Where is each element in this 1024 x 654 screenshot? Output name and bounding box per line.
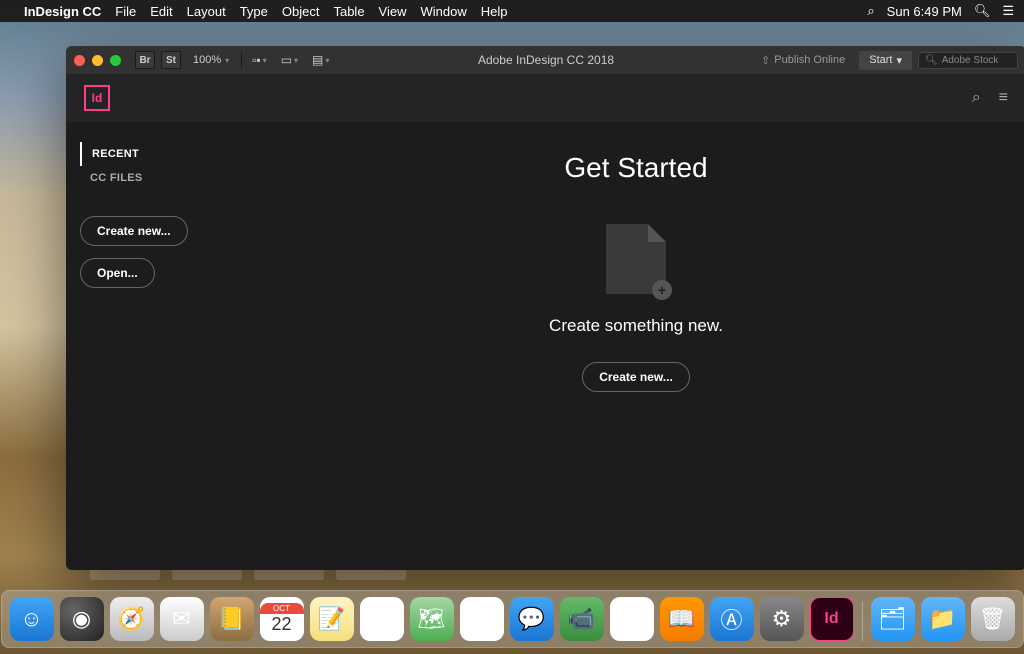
- arrange-dropdown[interactable]: ▤▾: [308, 53, 333, 67]
- open-button[interactable]: Open...: [80, 258, 155, 288]
- dock-applications-folder[interactable]: 🗂: [871, 597, 915, 641]
- view-options-icon: ▫▪: [252, 53, 261, 67]
- indesign-window: Br St 100% ▾ ▫▪▾ ▭▾ ▤▾ Adobe InDesign CC…: [66, 46, 1024, 570]
- dock-trash[interactable]: 🗑: [971, 597, 1015, 641]
- dock-facetime[interactable]: 📹: [560, 597, 604, 641]
- dock-contacts[interactable]: 📒: [210, 597, 254, 641]
- window-title: Adobe InDesign CC 2018: [478, 53, 614, 67]
- macos-menubar: InDesign CC File Edit Layout Type Object…: [0, 0, 1024, 22]
- script-menu-icon[interactable]: ⌕: [867, 3, 874, 19]
- dock-photos[interactable]: ✿: [460, 597, 504, 641]
- start-screen: RECENT CC FILES Create new... Open... Ge…: [66, 122, 1024, 570]
- arrange-icon: ▤: [312, 53, 323, 67]
- dock-notes[interactable]: 📝: [310, 597, 354, 641]
- dock-indesign[interactable]: Id: [810, 597, 854, 641]
- dock-reminders[interactable]: ☑︎: [360, 597, 404, 641]
- sidebar-tab-recent[interactable]: RECENT: [80, 142, 246, 166]
- dock-area: ☺ ◉ 🧭 ✉︎ 📒 OCT 22 📝 ☑︎ 🗺 ✿ 💬 📹 ♫ 📖 Ⓐ ⚙ I…: [0, 584, 1024, 654]
- indesign-logo: Id: [84, 85, 110, 111]
- adobe-stock-search[interactable]: 🔍︎ Adobe Stock: [918, 52, 1018, 69]
- dock-safari[interactable]: 🧭: [110, 597, 154, 641]
- start-main: Get Started + Create something new. Crea…: [246, 122, 1024, 570]
- search-icon[interactable]: ⌕: [972, 89, 981, 107]
- menu-help[interactable]: Help: [481, 4, 508, 19]
- menu-list-icon[interactable]: ☰: [1002, 3, 1014, 19]
- calendar-day: 22: [271, 614, 291, 635]
- menu-table[interactable]: Table: [333, 4, 364, 19]
- stock-placeholder: Adobe Stock: [942, 55, 999, 66]
- new-document-icon: +: [606, 224, 666, 294]
- dock-separator: [862, 601, 863, 641]
- chevron-down-icon: ▾: [225, 56, 229, 65]
- view-options-dropdown[interactable]: ▫▪▾: [248, 53, 271, 67]
- chevron-down-icon: ▾: [263, 56, 267, 65]
- chevron-down-icon: ▾: [896, 54, 902, 67]
- dock-dashboard[interactable]: ◉: [60, 597, 104, 641]
- dock-messages[interactable]: 💬: [510, 597, 554, 641]
- publish-label: Publish Online: [774, 54, 845, 66]
- zoom-dropdown[interactable]: 100% ▾: [187, 54, 235, 66]
- dock-itunes[interactable]: ♫: [610, 597, 654, 641]
- dock-downloads-folder[interactable]: 📁: [921, 597, 965, 641]
- dock-ibooks[interactable]: 📖: [660, 597, 704, 641]
- zoom-value: 100%: [193, 54, 221, 66]
- create-subtitle: Create something new.: [549, 316, 723, 336]
- dock-system-preferences[interactable]: ⚙: [760, 597, 804, 641]
- plus-badge-icon: +: [652, 280, 672, 300]
- traffic-lights: [74, 55, 121, 66]
- dock-maps[interactable]: 🗺: [410, 597, 454, 641]
- minimize-window-button[interactable]: [92, 55, 103, 66]
- window-toolbar: Br St 100% ▾ ▫▪▾ ▭▾ ▤▾ Adobe InDesign CC…: [66, 46, 1024, 74]
- menu-edit[interactable]: Edit: [150, 4, 172, 19]
- dock-appstore[interactable]: Ⓐ: [710, 597, 754, 641]
- start-sidebar: RECENT CC FILES Create new... Open...: [66, 122, 246, 570]
- chevron-down-icon: ▾: [294, 56, 298, 65]
- dock-mail[interactable]: ✉︎: [160, 597, 204, 641]
- menu-window[interactable]: Window: [421, 4, 467, 19]
- upload-icon: ⇧: [761, 54, 770, 67]
- app-name-menu[interactable]: InDesign CC: [24, 4, 101, 19]
- menubar-clock[interactable]: Sun 6:49 PM: [887, 4, 962, 19]
- menu-file[interactable]: File: [115, 4, 136, 19]
- chevron-down-icon: ▾: [325, 56, 329, 65]
- menu-type[interactable]: Type: [240, 4, 268, 19]
- publish-online-button[interactable]: ⇧ Publish Online: [753, 52, 853, 69]
- workspace-label: Start: [869, 54, 892, 66]
- search-icon: 🔍︎: [925, 55, 938, 66]
- stock-button[interactable]: St: [161, 51, 181, 69]
- create-new-center-button[interactable]: Create new...: [582, 362, 690, 392]
- screen-mode-dropdown[interactable]: ▭▾: [277, 53, 302, 67]
- app-header: Id ⌕ ≡: [66, 74, 1024, 122]
- close-window-button[interactable]: [74, 55, 85, 66]
- get-started-title: Get Started: [564, 152, 707, 184]
- dock-calendar[interactable]: OCT 22: [260, 597, 304, 641]
- macos-dock: ☺ ◉ 🧭 ✉︎ 📒 OCT 22 📝 ☑︎ 🗺 ✿ 💬 📹 ♫ 📖 Ⓐ ⚙ I…: [1, 590, 1024, 648]
- panel-menu-icon[interactable]: ≡: [999, 89, 1008, 107]
- spotlight-icon[interactable]: 🔍︎: [974, 3, 991, 19]
- menu-view[interactable]: View: [379, 4, 407, 19]
- dock-finder[interactable]: ☺: [10, 597, 54, 641]
- maximize-window-button[interactable]: [110, 55, 121, 66]
- calendar-month: OCT: [260, 603, 304, 614]
- create-new-button[interactable]: Create new...: [80, 216, 188, 246]
- sidebar-tab-ccfiles[interactable]: CC FILES: [80, 166, 246, 190]
- menu-object[interactable]: Object: [282, 4, 320, 19]
- menu-layout[interactable]: Layout: [187, 4, 226, 19]
- screen-mode-icon: ▭: [281, 53, 292, 67]
- workspace-start-dropdown[interactable]: Start ▾: [859, 51, 912, 70]
- bridge-button[interactable]: Br: [135, 51, 155, 69]
